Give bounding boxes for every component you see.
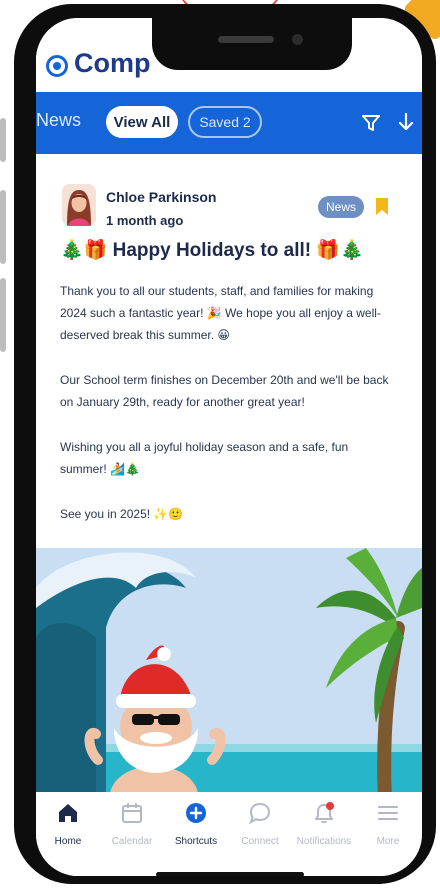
post-paragraph: Thank you to all our students, staff, an… (60, 284, 381, 342)
notification-dot (326, 802, 334, 810)
phone-volume-up-button (0, 190, 6, 264)
phone-silent-switch (0, 118, 6, 162)
tab-notifications-label: Notifications (296, 836, 352, 847)
tab-home[interactable]: Home (36, 792, 100, 852)
download-arrow-icon[interactable] (398, 112, 414, 132)
phone-screen: Comp News View All Saved 2 Chloe Parkins… (36, 18, 422, 876)
plus-circle-icon (186, 803, 206, 823)
post-image-santa-beach[interactable] (36, 548, 422, 814)
post-paragraph: See you in 2025! ✨🙂 (60, 507, 184, 521)
phone-notch (152, 18, 352, 70)
title-text: Happy Holidays to all! (112, 240, 312, 261)
calendar-icon (122, 803, 142, 823)
avatar[interactable] (62, 184, 96, 226)
bell-icon (315, 802, 334, 824)
santa-beach-illustration (36, 548, 422, 814)
app-logo-icon (46, 55, 68, 77)
tab-shortcuts-label: Shortcuts (174, 836, 218, 847)
tab-connect[interactable]: Connect (228, 792, 292, 852)
tab-calendar-label: Calendar (111, 836, 153, 847)
title-emoji-right: 🎁🎄 (316, 240, 364, 261)
tab-notifications[interactable]: Notifications (292, 792, 356, 852)
post-timestamp: 1 month ago (106, 213, 184, 228)
post-paragraph: Wishing you all a joyful holiday season … (60, 440, 349, 476)
news-post-card[interactable]: Chloe Parkinson 1 month ago News 🎄🎁 Happ… (36, 154, 422, 548)
section-label-news: News (36, 110, 82, 130)
tab-view-all[interactable]: View All (106, 106, 178, 138)
category-badge: News (318, 196, 364, 218)
tab-saved[interactable]: Saved 2 (188, 106, 262, 138)
tab-shortcuts[interactable]: Shortcuts (164, 792, 228, 852)
filter-icon[interactable] (362, 114, 380, 132)
home-icon (59, 804, 77, 822)
chat-bubble-icon (249, 802, 271, 824)
tab-more-label: More (376, 836, 400, 847)
phone-volume-down-button (0, 278, 6, 352)
hamburger-icon (378, 806, 398, 820)
phone-speaker (218, 36, 274, 43)
home-indicator[interactable] (156, 872, 304, 876)
phone-frame: Comp News View All Saved 2 Chloe Parkins… (14, 4, 436, 884)
bottom-tab-bar: Home Calendar Shortcuts Connect Notifica… (36, 792, 422, 876)
post-author-name[interactable]: Chloe Parkinson (106, 189, 216, 205)
post-body: Thank you to all our students, staff, an… (60, 280, 390, 548)
post-title: 🎄🎁 Happy Holidays to all! 🎁🎄 (60, 238, 400, 262)
tab-home-label: Home (54, 836, 82, 847)
tab-calendar[interactable]: Calendar (100, 792, 164, 852)
tab-connect-label: Connect (241, 836, 279, 847)
title-emoji-left: 🎄🎁 (60, 240, 108, 261)
post-paragraph: Our School term finishes on December 20t… (60, 373, 389, 409)
phone-camera (292, 34, 303, 45)
bookmark-icon[interactable] (376, 198, 388, 215)
news-filter-bar: News View All Saved 2 (36, 92, 422, 154)
tab-more[interactable]: More (356, 792, 420, 852)
app-title: Comp (74, 48, 151, 78)
